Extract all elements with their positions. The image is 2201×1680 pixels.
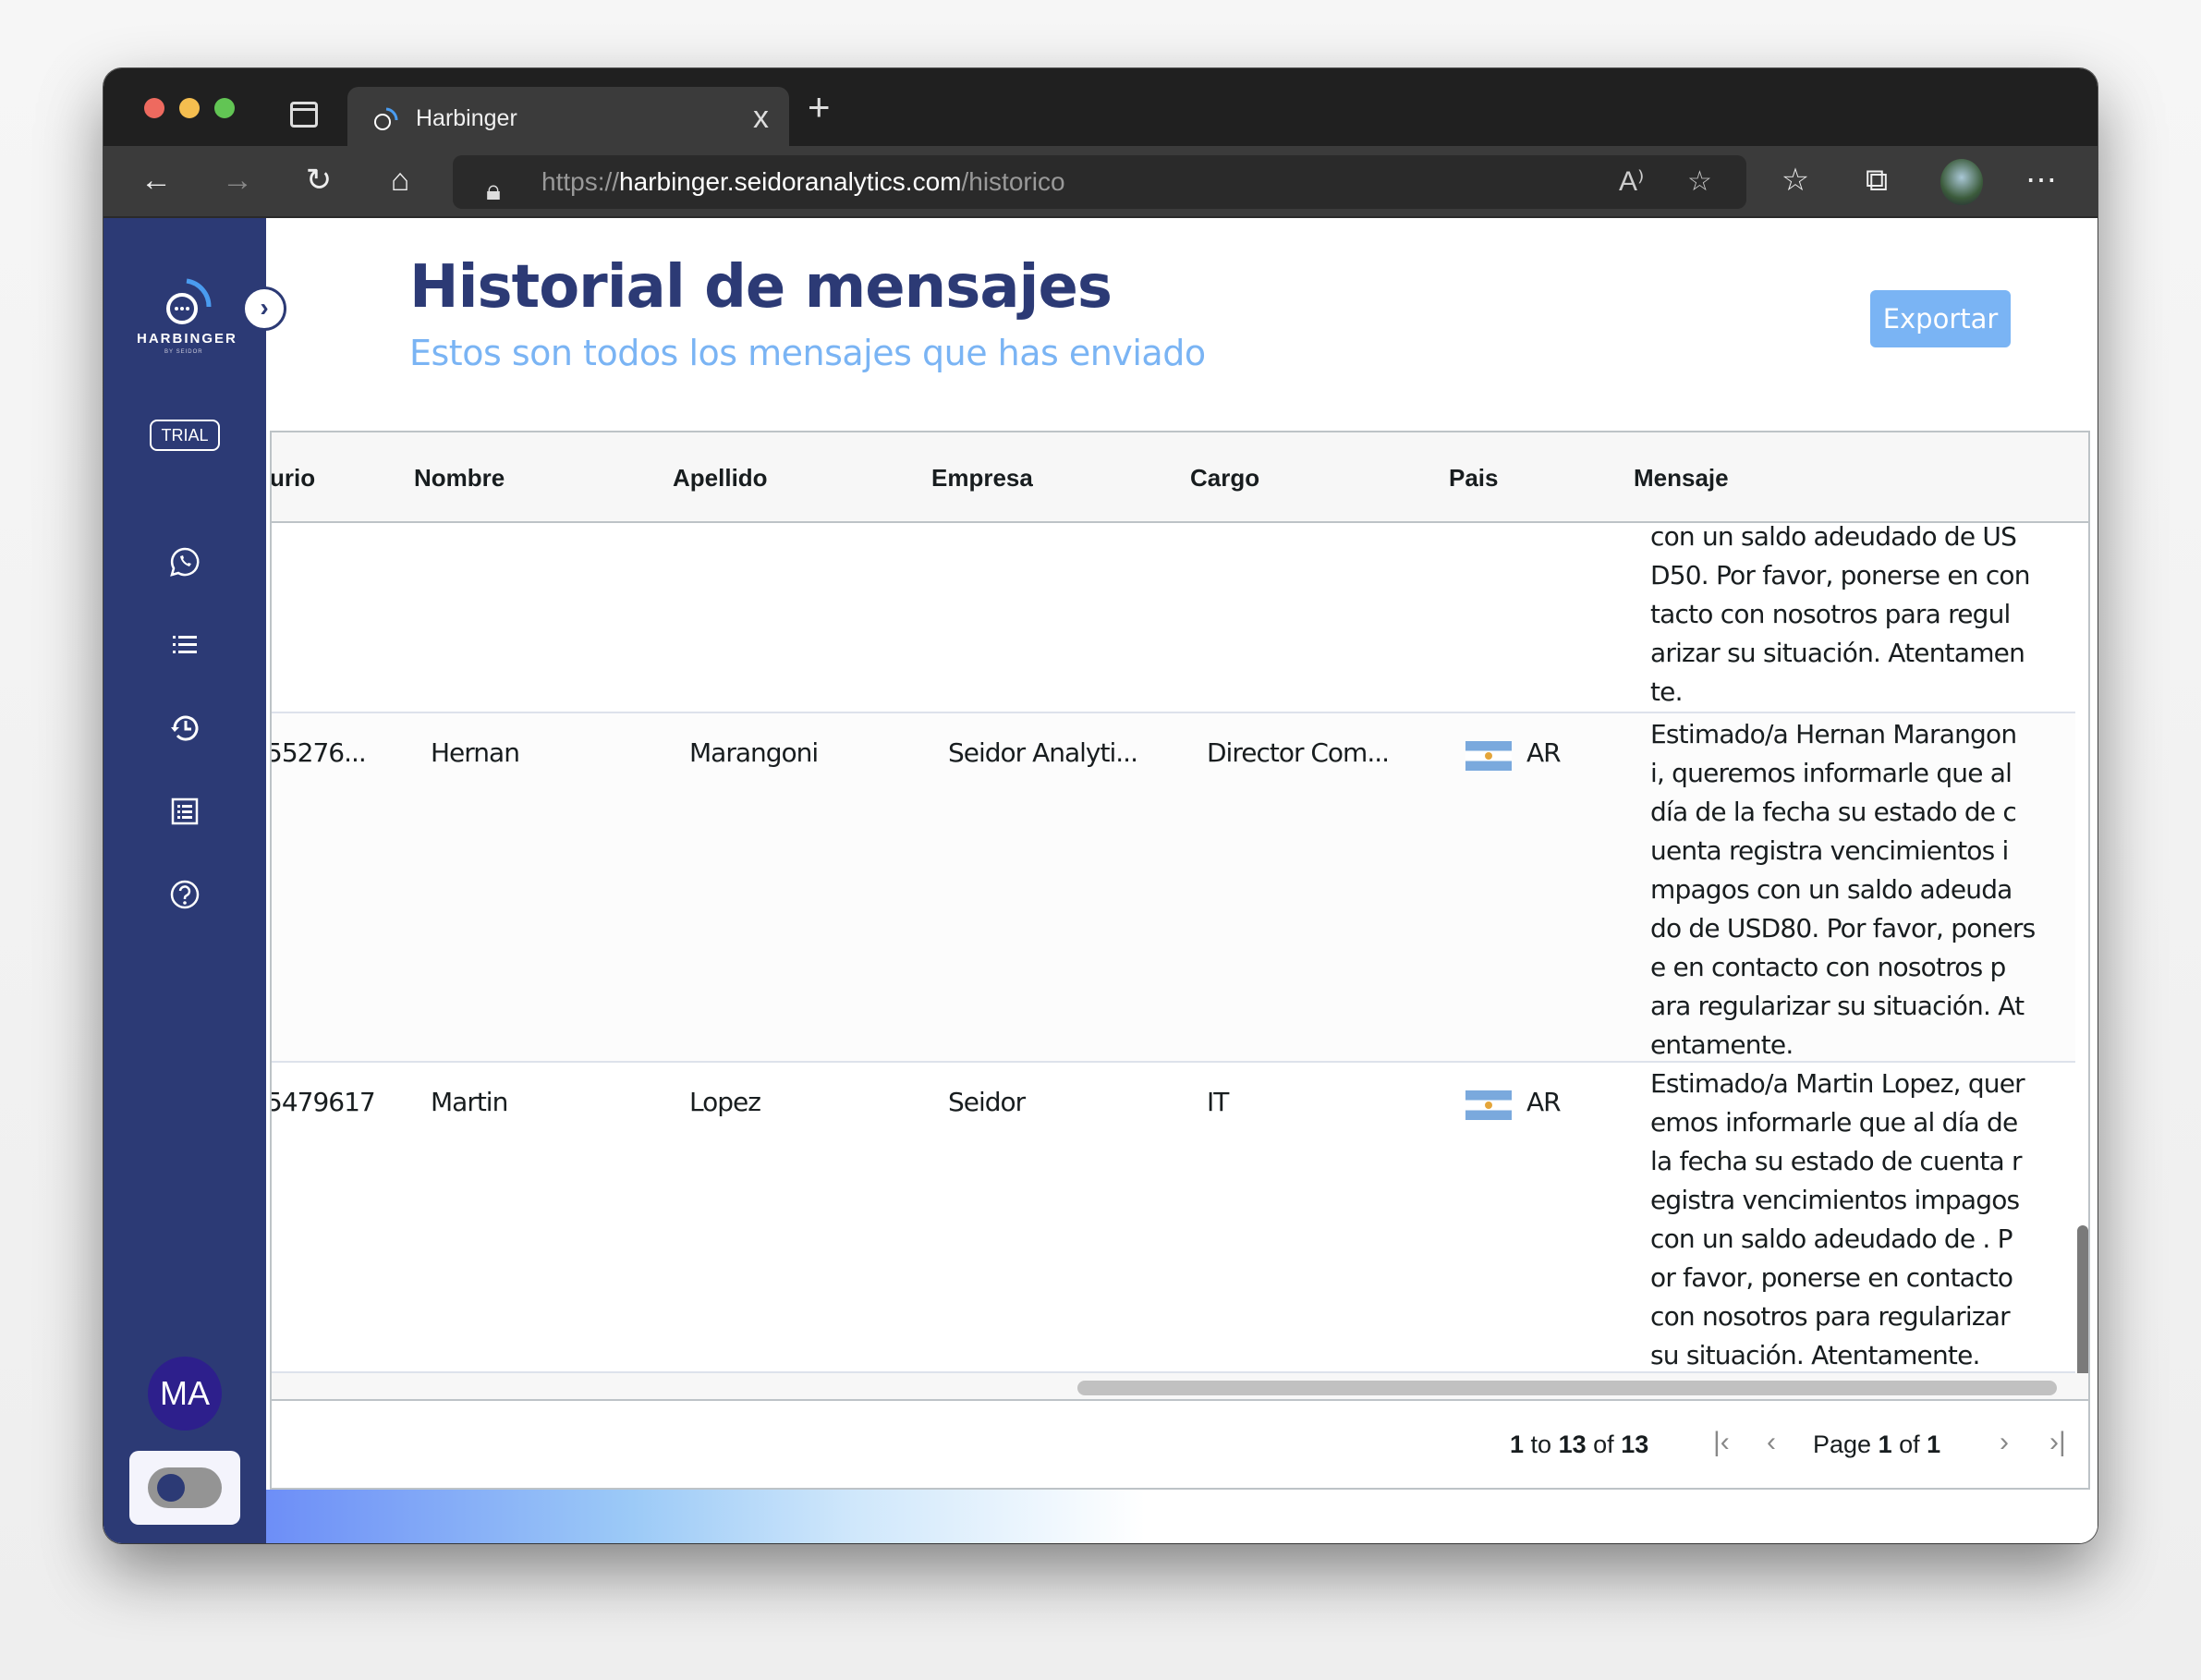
table-row[interactable]: con un saldo adeudado de US D50. Por favo… bbox=[272, 523, 2075, 713]
close-window-button[interactable] bbox=[144, 98, 164, 118]
cell-nombre: Martin bbox=[431, 1087, 508, 1117]
page-title: Historial de mensajes bbox=[409, 253, 1113, 322]
harbinger-favicon-icon bbox=[374, 107, 398, 130]
column-header-nombre[interactable]: Nombre bbox=[414, 464, 505, 493]
cell-apellido: Marangoni bbox=[689, 737, 819, 768]
sidebar-item-history[interactable] bbox=[155, 699, 214, 758]
home-icon[interactable]: ⌂ bbox=[379, 159, 421, 201]
page-subtitle: Estos son todos los mensajes que has env… bbox=[409, 333, 1206, 373]
main-area: Historial de mensajes Estos son todos lo… bbox=[266, 218, 2098, 1543]
page-content: HARBINGER BY SEIDOR › TRIAL MA Historial… bbox=[103, 218, 2098, 1543]
logo-byline: BY SEIDOR bbox=[164, 349, 203, 355]
back-icon[interactable]: ← bbox=[135, 159, 177, 201]
pagination: 1 to 13 of 13 |‹ ‹ Page 1 of 1 › ›| bbox=[272, 1403, 2088, 1488]
column-header-usuario[interactable]: urio bbox=[272, 464, 315, 493]
cell-empresa: Seidor bbox=[948, 1087, 1026, 1117]
theme-toggle-container bbox=[129, 1451, 240, 1525]
harbinger-logo[interactable]: HARBINGER BY SEIDOR bbox=[131, 274, 242, 375]
list-box-icon bbox=[171, 797, 199, 825]
table-row[interactable]: 55276... Hernan Marangoni Seidor Analyti… bbox=[272, 713, 2075, 1063]
maximize-window-button[interactable] bbox=[214, 98, 235, 118]
trial-badge: TRIAL bbox=[150, 420, 220, 451]
next-page-icon[interactable]: › bbox=[2000, 1427, 2009, 1458]
horizontal-scrollbar[interactable] bbox=[1077, 1381, 2057, 1395]
browser-window: Harbinger x + ← → ↻ ⌂ 🔒︎ https://harbing… bbox=[103, 68, 2098, 1543]
whatsapp-icon bbox=[170, 547, 200, 577]
tab-close-icon[interactable]: x bbox=[753, 100, 769, 136]
last-page-icon[interactable]: ›| bbox=[2049, 1427, 2066, 1458]
sidebar-item-lists[interactable] bbox=[155, 615, 214, 675]
tab-title: Harbinger bbox=[416, 105, 517, 131]
sidebar-item-whatsapp[interactable] bbox=[155, 532, 214, 591]
history-icon bbox=[171, 715, 199, 741]
column-header-cargo[interactable]: Cargo bbox=[1190, 464, 1259, 493]
profile-avatar[interactable] bbox=[1940, 159, 1983, 205]
column-header-mensaje[interactable]: Mensaje bbox=[1634, 464, 1729, 493]
user-avatar[interactable]: MA bbox=[148, 1357, 222, 1430]
column-header-apellido[interactable]: Apellido bbox=[673, 464, 768, 493]
cell-cargo: Director Com... bbox=[1207, 737, 1390, 768]
table-body: con un saldo adeudado de US D50. Por favo… bbox=[272, 523, 2088, 1373]
collections-icon[interactable]: ⧉ bbox=[1855, 159, 1898, 201]
sidebar-toggle-icon[interactable] bbox=[290, 102, 318, 128]
logo-name: HARBINGER bbox=[137, 331, 237, 347]
desktop: Harbinger x + ← → ↻ ⌂ 🔒︎ https://harbing… bbox=[0, 0, 2201, 1680]
prev-page-icon[interactable]: ‹ bbox=[1767, 1427, 1776, 1458]
favorites-icon[interactable]: ☆ bbox=[1774, 159, 1817, 201]
cell-usuario: 5479617 bbox=[272, 1087, 376, 1117]
first-page-icon[interactable]: |‹ bbox=[1713, 1427, 1730, 1458]
logo-bubble-icon bbox=[166, 278, 212, 324]
cell-empresa: Seidor Analyti... bbox=[948, 737, 1138, 768]
sidebar-item-templates[interactable] bbox=[155, 782, 214, 841]
sidebar: HARBINGER BY SEIDOR › TRIAL MA bbox=[103, 218, 286, 1543]
new-tab-button[interactable]: + bbox=[808, 85, 831, 129]
argentina-flag-icon bbox=[1465, 741, 1512, 771]
add-favorite-icon[interactable]: ☆ bbox=[1687, 155, 1712, 209]
more-icon[interactable]: ⋯ bbox=[2020, 159, 2062, 201]
lock-icon[interactable]: 🔒︎ bbox=[486, 164, 501, 218]
help-icon bbox=[170, 880, 200, 909]
argentina-flag-icon bbox=[1465, 1090, 1512, 1120]
browser-tab[interactable]: Harbinger x bbox=[347, 87, 789, 148]
list-icon bbox=[173, 636, 197, 653]
cell-nombre: Hernan bbox=[431, 737, 520, 768]
address-bar[interactable]: 🔒︎ https://harbinger.seidoranalytics.com… bbox=[453, 155, 1746, 209]
cell-mensaje: Estimado/a Martin Lopez, quer emos inform… bbox=[1650, 1068, 2025, 1370]
expand-sidebar-button[interactable]: › bbox=[242, 286, 286, 331]
cell-mensaje: con un saldo adeudado de US D50. Por favo… bbox=[1650, 523, 2031, 707]
row-summary: 1 to 13 of 13 bbox=[1510, 1430, 1649, 1458]
messages-table: urio Nombre Apellido Empresa Cargo Pais … bbox=[270, 431, 2090, 1490]
theme-toggle[interactable] bbox=[148, 1467, 222, 1508]
browser-toolbar: ← → ↻ ⌂ 🔒︎ https://harbinger.seidoranaly… bbox=[103, 146, 2098, 218]
url-text: https://harbinger.seidoranalytics.com/hi… bbox=[541, 167, 1065, 196]
sidebar-item-help[interactable] bbox=[155, 865, 214, 924]
cell-apellido: Lopez bbox=[689, 1087, 761, 1117]
table-header: urio Nombre Apellido Empresa Cargo Pais … bbox=[272, 432, 2088, 523]
forward-icon[interactable]: → bbox=[216, 159, 259, 201]
cell-pais: AR bbox=[1526, 1087, 1562, 1117]
refresh-icon[interactable]: ↻ bbox=[298, 159, 340, 201]
cell-usuario: 55276... bbox=[272, 737, 367, 768]
cell-mensaje: Estimado/a Hernan Marangon i, queremos in… bbox=[1650, 719, 2036, 1060]
vertical-scrollbar[interactable] bbox=[2077, 1225, 2088, 1373]
footer-gradient bbox=[266, 1490, 2098, 1543]
export-button[interactable]: Exportar bbox=[1870, 290, 2011, 347]
title-bar: Harbinger x + bbox=[103, 68, 2098, 148]
column-header-empresa[interactable]: Empresa bbox=[931, 464, 1033, 493]
column-header-pais[interactable]: Pais bbox=[1449, 464, 1499, 493]
table-row[interactable]: 5479617 Martin Lopez Seidor IT AR Estima… bbox=[272, 1063, 2075, 1373]
read-aloud-icon[interactable]: A⁾ bbox=[1619, 155, 1644, 209]
cell-pais: AR bbox=[1526, 737, 1562, 768]
minimize-window-button[interactable] bbox=[179, 98, 200, 118]
toggle-knob bbox=[157, 1474, 185, 1502]
page-info: Page 1 of 1 bbox=[1813, 1430, 1941, 1458]
cell-cargo: IT bbox=[1207, 1087, 1229, 1117]
horizontal-scrollbar-track bbox=[272, 1373, 2088, 1401]
